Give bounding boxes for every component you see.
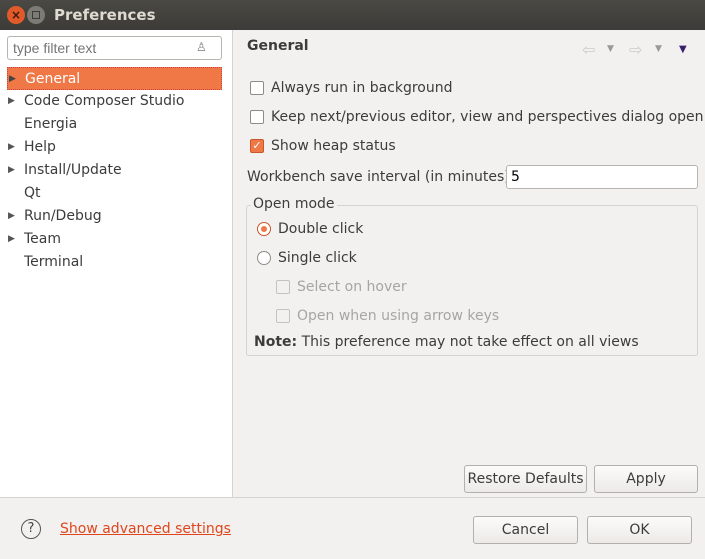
ok-button[interactable]: OK <box>587 516 692 544</box>
window-title: Preferences <box>54 6 156 24</box>
checkbox-box <box>276 280 290 294</box>
label: Select on hover <box>297 279 407 295</box>
tree-item-label: Code Composer Studio <box>24 93 185 109</box>
page-title: General <box>247 38 309 54</box>
tree-item-energia[interactable]: Energia <box>7 113 222 136</box>
note-text: Note: This preference may not take effec… <box>254 334 639 350</box>
keep-dialog-open-checkbox[interactable]: Keep next/previous editor, view and pers… <box>250 106 704 128</box>
note-body: This preference may not take effect on a… <box>301 334 639 350</box>
dialog-footer: ? Show advanced settings Cancel OK <box>0 497 705 559</box>
radio-selected[interactable] <box>257 222 271 236</box>
tree-item-label: Install/Update <box>24 162 122 178</box>
checkbox-box <box>276 309 290 323</box>
tree-item-qt[interactable]: Qt <box>7 182 222 205</box>
back-menu-chevron-icon[interactable]: ▼ <box>607 44 614 54</box>
label: Keep next/previous editor, view and pers… <box>271 109 704 125</box>
maximize-window-button[interactable] <box>27 6 45 24</box>
note-label: Note: <box>254 334 298 350</box>
tree-item-label: Help <box>24 139 56 155</box>
apply-button[interactable]: Apply <box>594 465 698 493</box>
save-interval-input[interactable] <box>506 165 698 189</box>
tree-item-label: Energia <box>24 116 78 132</box>
expand-arrow-icon[interactable]: ▶ <box>8 136 15 158</box>
label: Always run in background <box>271 80 453 96</box>
radio[interactable] <box>257 251 271 265</box>
expand-arrow-icon[interactable]: ▶ <box>8 228 15 250</box>
open-arrow-keys-checkbox: Open when using arrow keys <box>276 305 499 327</box>
label: Double click <box>278 221 364 237</box>
tree-item-general[interactable]: ▶ General <box>7 67 222 90</box>
select-on-hover-checkbox: Select on hover <box>276 276 407 298</box>
preference-tree-panel: ♙ ▶ General ▶ Code Composer Studio Energia ▶ H… <box>0 30 233 497</box>
forward-icon[interactable]: ⇨ <box>629 40 642 59</box>
tree-item-code-composer-studio[interactable]: ▶ Code Composer Studio <box>7 90 222 113</box>
back-icon[interactable]: ⇦ <box>582 40 595 59</box>
single-click-radio[interactable]: Single click <box>257 247 357 269</box>
close-window-button[interactable]: × <box>7 6 25 24</box>
tree-item-terminal[interactable]: Terminal <box>7 251 222 274</box>
always-run-background-checkbox[interactable]: Always run in background <box>250 77 453 99</box>
checkbox-checked[interactable]: ✓ <box>250 139 264 153</box>
expand-arrow-icon[interactable]: ▶ <box>8 159 15 181</box>
open-mode-legend: Open mode <box>251 196 337 212</box>
title-bar: × Preferences <box>0 0 705 30</box>
save-interval-label: Workbench save interval (in minutes): <box>247 169 515 185</box>
tree-item-run-debug[interactable]: ▶ Run/Debug <box>7 205 222 228</box>
preference-page: General ⇦ ▼ ⇨ ▼ ▼ Always run in backgrou… <box>234 30 705 497</box>
checkbox-box[interactable] <box>250 81 264 95</box>
tree-item-install-update[interactable]: ▶ Install/Update <box>7 159 222 182</box>
help-icon[interactable]: ? <box>21 519 41 539</box>
cancel-button[interactable]: Cancel <box>473 516 578 544</box>
expand-arrow-icon[interactable]: ▶ <box>9 68 16 90</box>
restore-defaults-button[interactable]: Restore Defaults <box>464 465 587 493</box>
label: Show heap status <box>271 138 396 154</box>
tree-item-label: General <box>25 71 81 87</box>
tree-item-team[interactable]: ▶ Team <box>7 228 222 251</box>
filter-input[interactable] <box>7 36 222 60</box>
expand-arrow-icon[interactable]: ▶ <box>8 205 15 227</box>
view-menu-icon[interactable]: ▼ <box>679 44 687 55</box>
show-advanced-settings-link[interactable]: Show advanced settings <box>60 521 231 537</box>
label: Single click <box>278 250 357 266</box>
checkbox-box[interactable] <box>250 110 264 124</box>
forward-menu-chevron-icon[interactable]: ▼ <box>655 44 662 54</box>
tree-item-help[interactable]: ▶ Help <box>7 136 222 159</box>
expand-arrow-icon[interactable]: ▶ <box>8 90 15 112</box>
tree-item-label: Run/Debug <box>24 208 102 224</box>
clear-filter-icon[interactable]: ♙ <box>196 40 210 56</box>
label: Open when using arrow keys <box>297 308 500 324</box>
tree-item-label: Qt <box>24 185 41 201</box>
tree-item-label: Team <box>24 231 62 247</box>
tree-item-label: Terminal <box>24 254 84 270</box>
show-heap-status-checkbox[interactable]: ✓ Show heap status <box>250 135 396 157</box>
double-click-radio[interactable]: Double click <box>257 218 363 240</box>
